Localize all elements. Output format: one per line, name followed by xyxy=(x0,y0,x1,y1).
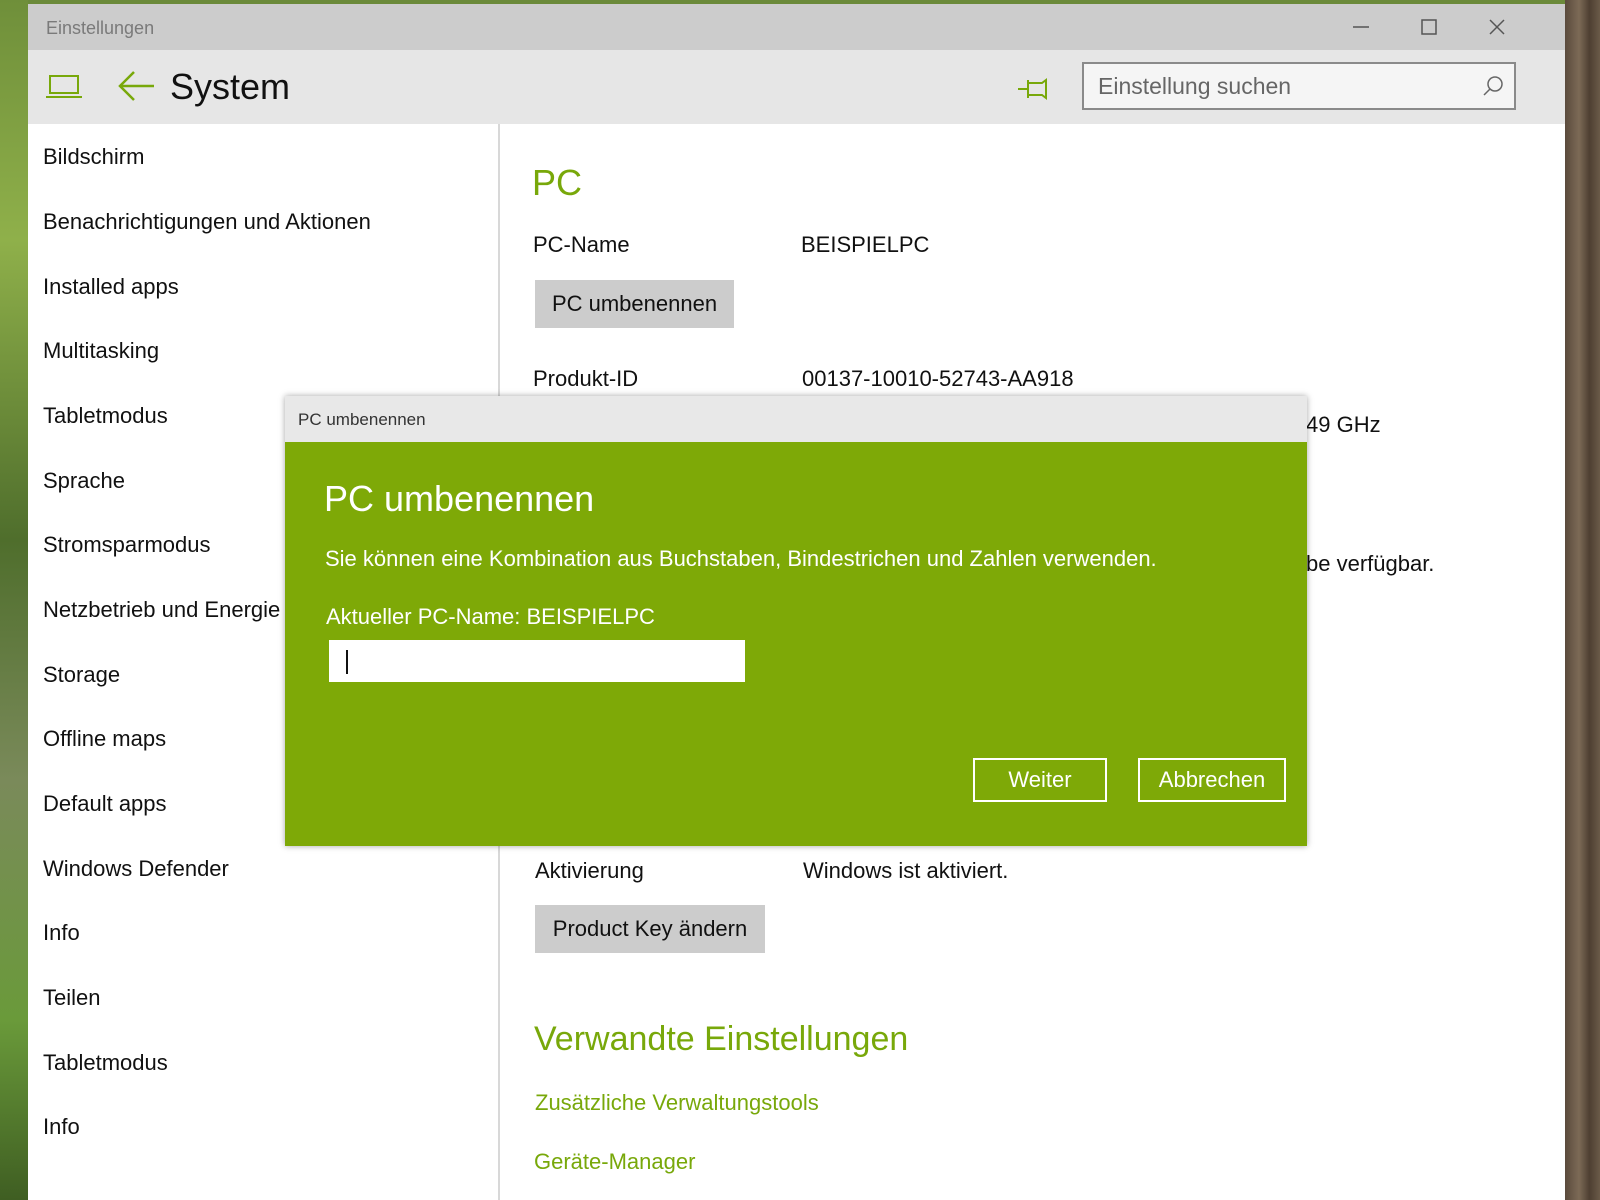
sidebar-item-installed-apps[interactable]: Installed apps xyxy=(43,274,179,300)
search-box[interactable] xyxy=(1082,62,1516,110)
close-button[interactable] xyxy=(1464,4,1530,50)
back-arrow-icon[interactable] xyxy=(116,68,156,104)
sidebar-item-tabletmodus-2[interactable]: Tabletmodus xyxy=(43,1050,168,1076)
pc-name-label: PC-Name xyxy=(533,232,630,257)
desktop-wallpaper-left xyxy=(0,0,28,1200)
sidebar-item-windows-defender[interactable]: Windows Defender xyxy=(43,856,229,882)
activation-value: Windows ist aktiviert. xyxy=(803,858,1009,883)
search-icon[interactable] xyxy=(1482,75,1504,97)
maximize-icon xyxy=(1421,19,1437,35)
rename-pc-dialog: PC umbenennen PC umbenennen Sie können e… xyxy=(285,396,1307,846)
pin-icon[interactable] xyxy=(1016,74,1050,104)
pc-name-value: BEISPIELPC xyxy=(801,232,930,257)
sidebar-item-default-apps[interactable]: Default apps xyxy=(43,791,167,817)
next-button[interactable]: Weiter xyxy=(973,758,1107,802)
text-cursor xyxy=(346,650,348,674)
dialog-body: PC umbenennen Sie können eine Kombinatio… xyxy=(285,442,1307,846)
dialog-heading: PC umbenennen xyxy=(324,478,595,519)
minimize-button[interactable] xyxy=(1328,4,1394,50)
minimize-icon xyxy=(1353,26,1369,28)
laptop-icon xyxy=(46,75,82,98)
sidebar-item-info-2[interactable]: Info xyxy=(43,1114,80,1140)
sidebar-item-multitasking[interactable]: Multitasking xyxy=(43,338,159,364)
sidebar-item-netzbetrieb[interactable]: Netzbetrieb und Energie xyxy=(43,597,280,623)
sidebar-item-bildschirm[interactable]: Bildschirm xyxy=(43,144,144,170)
search-input[interactable] xyxy=(1098,64,1468,108)
pen-touch-value-partial: be verfügbar. xyxy=(1306,551,1435,576)
current-pc-name: Aktueller PC-Name: BEISPIELPC xyxy=(326,604,655,629)
section-title-pc: PC xyxy=(532,162,583,203)
rename-pc-button[interactable]: PC umbenennen xyxy=(535,280,734,328)
link-admin-tools[interactable]: Zusätzliche Verwaltungstools xyxy=(535,1090,819,1116)
maximize-button[interactable] xyxy=(1396,4,1462,50)
window-titlebar[interactable]: Einstellungen xyxy=(28,4,1565,50)
settings-header: System xyxy=(28,50,1565,124)
processor-value-partial: 49 GHz xyxy=(1306,412,1381,437)
sidebar-item-storage[interactable]: Storage xyxy=(43,662,120,688)
dialog-titlebar[interactable]: PC umbenennen xyxy=(285,396,1307,442)
new-pc-name-input[interactable] xyxy=(329,640,745,682)
cancel-button[interactable]: Abbrechen xyxy=(1138,758,1286,802)
sidebar-item-tabletmodus[interactable]: Tabletmodus xyxy=(43,403,168,429)
related-settings-title: Verwandte Einstellungen xyxy=(534,1020,909,1058)
sidebar-item-stromsparmodus[interactable]: Stromsparmodus xyxy=(43,532,211,558)
product-id-label: Produkt-ID xyxy=(533,366,639,391)
sidebar-item-sprache[interactable]: Sprache xyxy=(43,468,125,494)
change-product-key-button[interactable]: Product Key ändern xyxy=(535,905,765,953)
sidebar-item-offline-maps[interactable]: Offline maps xyxy=(43,726,166,752)
dialog-description: Sie können eine Kombination aus Buchstab… xyxy=(325,546,1157,571)
close-icon xyxy=(1489,19,1505,35)
window-title: Einstellungen xyxy=(46,18,155,38)
desktop-wallpaper-right xyxy=(1565,0,1600,1200)
page-title: System xyxy=(170,66,291,107)
dialog-window-title: PC umbenennen xyxy=(298,410,426,429)
sidebar-item-benachrichtigungen[interactable]: Benachrichtigungen und Aktionen xyxy=(43,209,371,235)
sidebar-item-info[interactable]: Info xyxy=(43,920,80,946)
activation-label: Aktivierung xyxy=(535,858,644,883)
product-id-value: 00137-10010-52743-AA918 xyxy=(802,366,1074,391)
link-device-manager[interactable]: Geräte-Manager xyxy=(534,1149,695,1175)
sidebar-item-teilen[interactable]: Teilen xyxy=(43,985,100,1011)
